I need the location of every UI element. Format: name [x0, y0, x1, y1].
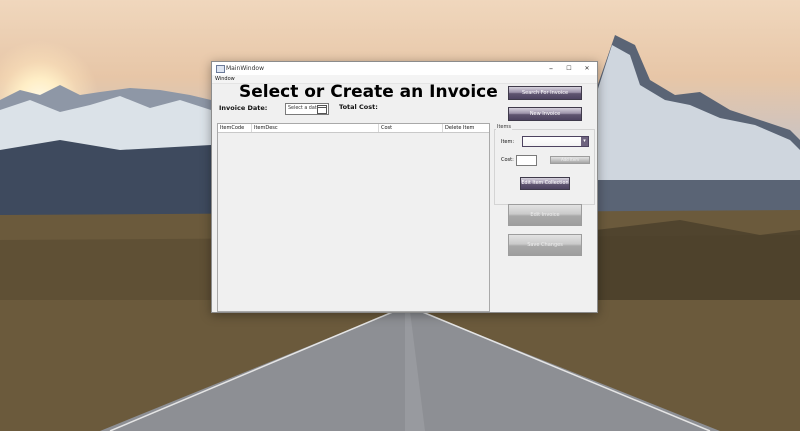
invoice-date-picker[interactable]: Select a date: [285, 103, 329, 115]
item-label: Item:: [501, 139, 515, 145]
close-icon[interactable]: ✕: [578, 62, 596, 75]
snow-right: [596, 45, 800, 180]
edit-invoice-button[interactable]: Edit Invoice: [508, 204, 582, 226]
page-title: Select or Create an Invoice: [239, 82, 498, 102]
invoice-date-label: Invoice Date:: [219, 104, 268, 112]
search-invoice-button[interactable]: Search For Invoice: [508, 86, 582, 100]
calendar-icon[interactable]: [317, 105, 327, 114]
column-header-itemdesc[interactable]: ItemDesc: [252, 124, 379, 132]
new-invoice-button[interactable]: New Invoice: [508, 107, 582, 121]
total-cost-label: Total Cost:: [339, 103, 378, 111]
menu-window[interactable]: Window: [215, 75, 235, 83]
column-header-delete[interactable]: Delete Item: [443, 124, 489, 132]
add-item-button[interactable]: Add Item: [550, 156, 590, 164]
cost-field: [516, 155, 537, 166]
ridge-left: [0, 140, 211, 220]
item-combobox[interactable]: ▾: [522, 136, 589, 147]
window-title: MainWindow: [226, 65, 264, 72]
save-changes-button[interactable]: Save Changes: [508, 234, 582, 256]
invoice-items-grid[interactable]: ItemCode ItemDesc Cost Delete Item: [217, 123, 490, 312]
edit-item-collection-button[interactable]: Edit Item Collection: [520, 177, 570, 190]
title-bar[interactable]: MainWindow – ☐ ✕: [212, 62, 597, 76]
minimize-icon[interactable]: –: [542, 62, 560, 75]
date-placeholder: Select a date: [288, 106, 320, 111]
window-content: Select or Create an Invoice Invoice Date…: [212, 82, 597, 312]
chevron-down-icon[interactable]: ▾: [581, 137, 588, 146]
items-group-title: Items: [496, 124, 512, 130]
app-icon: [216, 65, 225, 73]
main-window: MainWindow – ☐ ✕ Window Select or Create…: [211, 61, 598, 313]
column-header-itemcode[interactable]: ItemCode: [218, 124, 252, 132]
column-header-cost[interactable]: Cost: [379, 124, 443, 132]
cost-label: Cost:: [501, 157, 514, 163]
grid-header: ItemCode ItemDesc Cost Delete Item: [218, 124, 489, 133]
maximize-icon[interactable]: ☐: [560, 62, 578, 75]
